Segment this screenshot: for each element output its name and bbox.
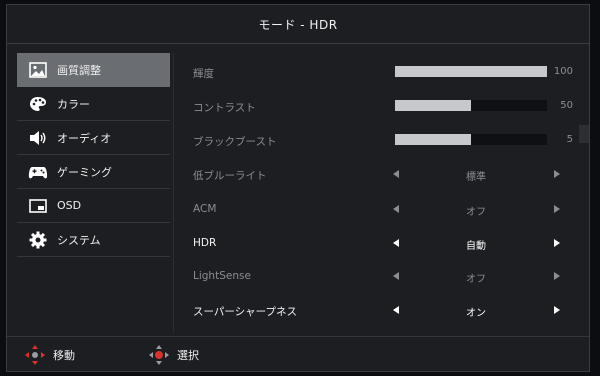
gear-icon	[27, 229, 49, 251]
sidebar: 画質調整 カラー オーディオ ゲーミング OSD システム	[17, 53, 170, 333]
sidebar-item-osd[interactable]: OSD	[17, 189, 170, 223]
contrast-slider[interactable]	[395, 100, 547, 111]
black-boost-row[interactable]: ブラックブースト 5	[193, 131, 573, 151]
select-hint: 選択	[149, 345, 199, 365]
arrow-left-icon[interactable]	[393, 170, 399, 178]
arrow-left-icon[interactable]	[393, 239, 399, 247]
arrow-left-icon[interactable]	[393, 272, 399, 280]
super-sharpness-value: オン	[466, 308, 486, 319]
acm-row[interactable]: ACM オフ	[193, 200, 573, 220]
black-boost-value: 5	[566, 134, 573, 145]
arrow-right-icon[interactable]	[554, 306, 560, 314]
hdr-value: 自動	[466, 241, 486, 252]
sidebar-item-audio[interactable]: オーディオ	[17, 121, 170, 155]
lightsense-row[interactable]: LightSense オフ	[193, 267, 573, 287]
scrollbar[interactable]	[579, 125, 589, 143]
black-boost-label: ブラックブースト	[193, 136, 277, 148]
osd-window-icon	[27, 195, 49, 217]
speaker-icon	[27, 127, 49, 149]
osd-menu: モード - HDR 画質調整 カラー オーディオ ゲーミング OSD システム …	[6, 4, 590, 372]
hdr-label: HDR	[193, 237, 217, 249]
hdr-row[interactable]: HDR 自動	[193, 234, 573, 254]
black-boost-fill	[395, 134, 471, 145]
sidebar-item-label: ゲーミング	[57, 165, 112, 179]
brightness-value: 100	[553, 66, 573, 77]
contrast-value: 50	[560, 100, 573, 111]
low-blue-light-label: 低ブルーライト	[193, 170, 267, 182]
move-hint: 移動	[25, 345, 75, 365]
contrast-fill	[395, 100, 471, 111]
contrast-label: コントラスト	[193, 102, 256, 114]
contrast-row[interactable]: コントラスト 50	[193, 97, 573, 117]
osd-header: モード - HDR	[7, 5, 589, 44]
acm-value: オフ	[466, 207, 486, 218]
palette-icon	[27, 93, 49, 115]
divider	[173, 53, 174, 333]
sidebar-item-gaming[interactable]: ゲーミング	[17, 155, 170, 189]
black-boost-slider[interactable]	[395, 134, 547, 145]
acm-label: ACM	[193, 203, 217, 215]
arrow-left-icon[interactable]	[393, 205, 399, 213]
super-sharpness-label: スーパーシャープネス	[193, 306, 298, 318]
super-sharpness-row[interactable]: スーパーシャープネス オン	[193, 301, 573, 321]
osd-footer: 移動 選択	[7, 336, 589, 371]
arrow-right-icon[interactable]	[554, 239, 560, 247]
arrow-right-icon[interactable]	[554, 272, 560, 280]
select-label: 選択	[177, 349, 199, 362]
sidebar-item-label: オーディオ	[57, 131, 112, 145]
lightsense-value: オフ	[466, 274, 486, 285]
mode-title: モード - HDR	[258, 17, 338, 32]
brightness-label: 輝度	[193, 68, 214, 80]
brightness-slider[interactable]	[395, 66, 547, 77]
lightsense-label: LightSense	[193, 270, 251, 282]
move-label: 移動	[53, 349, 75, 362]
sidebar-item-color[interactable]: カラー	[17, 87, 170, 121]
low-blue-light-value: 標準	[466, 172, 486, 183]
dpad-icon	[149, 345, 169, 365]
gamepad-icon	[27, 161, 49, 183]
picture-icon	[27, 59, 49, 81]
sidebar-item-label: カラー	[57, 97, 90, 111]
dpad-icon	[25, 345, 45, 365]
arrow-right-icon[interactable]	[554, 170, 560, 178]
sidebar-item-system[interactable]: システム	[17, 223, 170, 257]
brightness-row[interactable]: 輝度 100	[193, 63, 573, 83]
sidebar-item-label: OSD	[57, 199, 82, 212]
sidebar-item-label: システム	[57, 233, 101, 247]
low-blue-light-row[interactable]: 低ブルーライト 標準	[193, 165, 573, 185]
arrow-left-icon[interactable]	[393, 306, 399, 314]
sidebar-item-picture[interactable]: 画質調整	[17, 53, 170, 87]
arrow-right-icon[interactable]	[554, 205, 560, 213]
brightness-fill	[395, 66, 547, 77]
sidebar-item-label: 画質調整	[57, 63, 101, 77]
